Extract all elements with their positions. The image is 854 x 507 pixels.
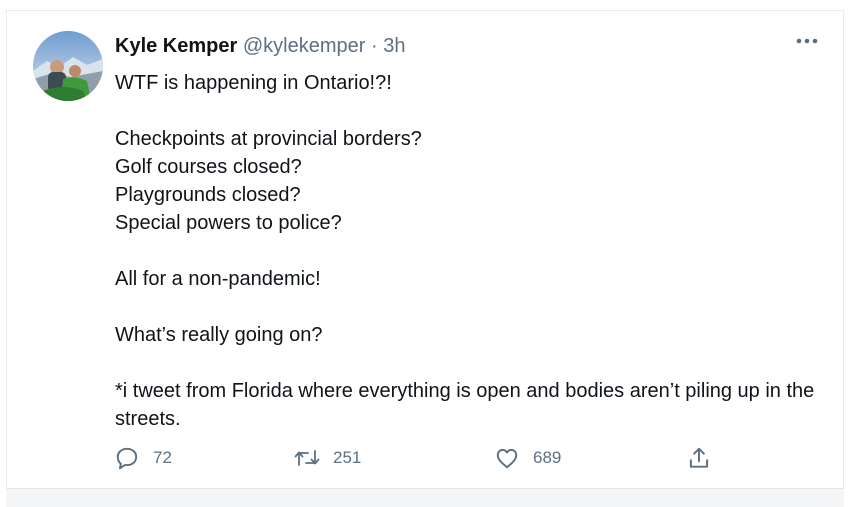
reply-count: 72 [153, 448, 172, 467]
like-button[interactable]: 689 [493, 443, 561, 473]
screenshot-frame: Kyle Kemper @kylekemper · 3h WTF is happ… [0, 0, 854, 507]
tweet-line: What’s really going on? [115, 324, 323, 346]
tweet-line: All for a non-pandemic! [115, 268, 321, 290]
tweet-text: WTF is happening in Ontario!?! Checkpoin… [115, 69, 827, 433]
reply-icon [113, 444, 141, 472]
action-bar: 72 251 689 [113, 443, 713, 473]
like-count: 689 [533, 448, 562, 467]
avatar[interactable] [33, 31, 103, 101]
tweet-line: *i tweet from Florida where everything i… [115, 380, 815, 430]
more-options-button[interactable] [793, 31, 821, 51]
retweet-icon [293, 444, 321, 472]
timestamp[interactable]: 3h [383, 35, 405, 57]
tweet-header: Kyle Kemper @kylekemper · 3h [115, 33, 405, 59]
retweet-button[interactable]: 251 [293, 443, 361, 473]
tweet-line: Playgrounds closed? [115, 184, 301, 206]
share-icon [685, 444, 713, 472]
avatar-photo [33, 31, 103, 101]
separator-dot: · [370, 35, 378, 57]
reply-button[interactable]: 72 [113, 443, 172, 473]
user-handle[interactable]: @kylekemper [243, 35, 366, 57]
tweet-line: WTF is happening in Ontario!?! [115, 72, 392, 94]
tweet-line: Checkpoints at provincial borders? [115, 128, 422, 150]
share-button[interactable] [685, 443, 713, 473]
tweet-line: Special powers to police? [115, 212, 342, 234]
timeline-separator [6, 488, 844, 507]
tweet-line: Golf courses closed? [115, 156, 302, 178]
tweet-card[interactable]: Kyle Kemper @kylekemper · 3h WTF is happ… [6, 10, 844, 488]
retweet-count: 251 [333, 448, 362, 467]
more-horizontal-icon [796, 38, 818, 44]
display-name[interactable]: Kyle Kemper [115, 35, 237, 57]
heart-icon [493, 444, 521, 472]
